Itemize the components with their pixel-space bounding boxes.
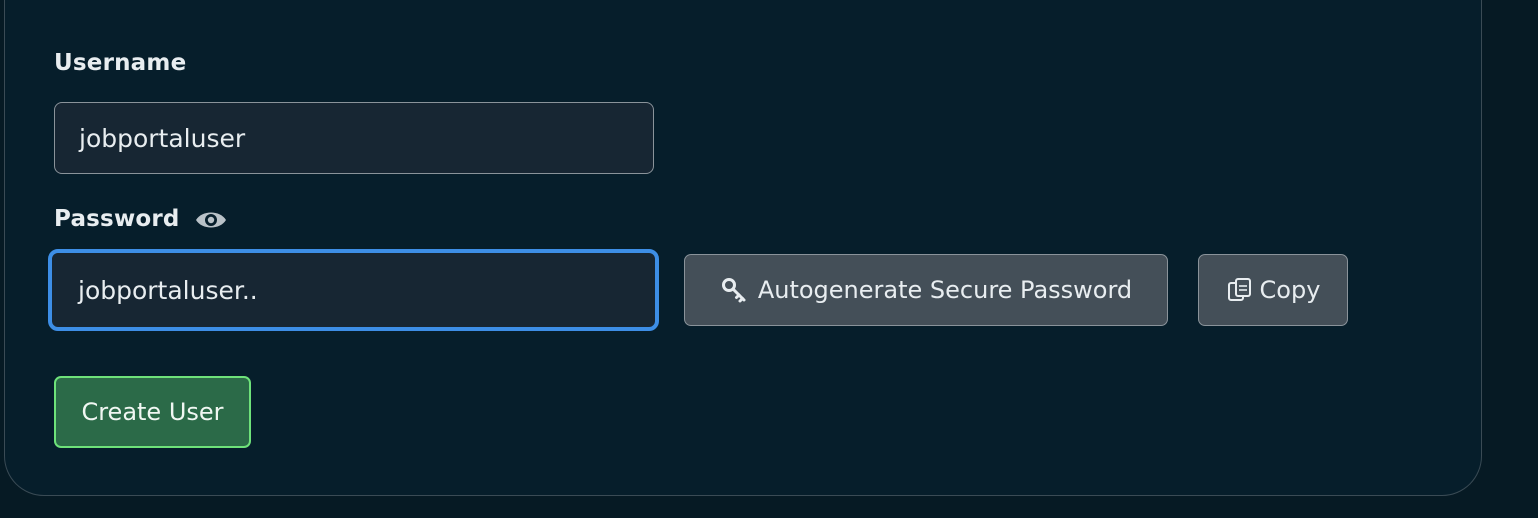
copy-label: Copy [1259, 276, 1321, 304]
username-label: Username [54, 50, 187, 76]
key-icon [720, 276, 748, 304]
copy-icon [1226, 276, 1254, 304]
username-field[interactable]: jobportaluser [54, 102, 654, 174]
eye-icon[interactable] [194, 207, 228, 237]
create-user-button[interactable]: Create User [54, 376, 251, 448]
copy-button[interactable]: Copy [1198, 254, 1348, 326]
autogenerate-password-label: Autogenerate Secure Password [757, 276, 1133, 304]
password-label: Password [54, 206, 180, 232]
password-field[interactable]: jobportaluser.. [48, 249, 659, 331]
autogenerate-password-button[interactable]: Autogenerate Secure Password [684, 254, 1168, 326]
